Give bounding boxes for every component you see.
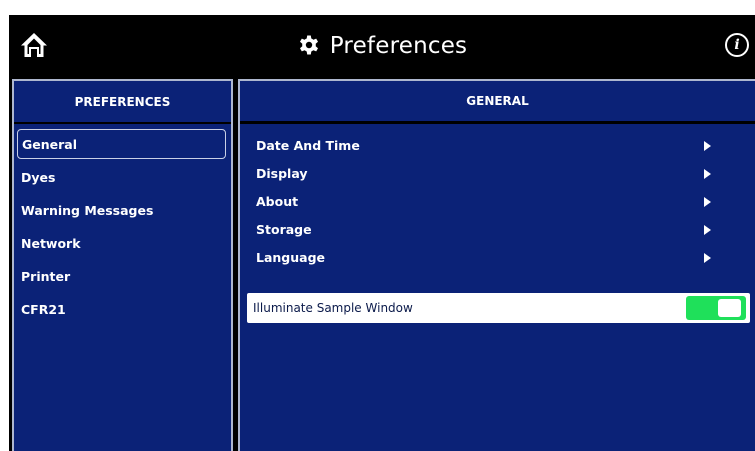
menu-item-label: Storage: [256, 221, 312, 237]
page-title-group: Preferences: [9, 15, 755, 76]
toggle-label: Illuminate Sample Window: [253, 301, 413, 315]
home-icon: [21, 33, 47, 57]
chevron-right-icon: [704, 141, 711, 151]
menu-item-label: Date And Time: [256, 137, 360, 153]
menu-item-label: Language: [256, 249, 326, 265]
chevron-right-icon: [704, 253, 711, 263]
gear-icon: [297, 34, 321, 58]
info-button[interactable]: i: [725, 33, 749, 57]
preferences-screen: Preferences i PREFERENCES General Dyes W…: [9, 15, 755, 451]
menu-item-date-and-time[interactable]: Date And Time: [240, 131, 755, 159]
chevron-right-icon: [704, 197, 711, 207]
menu-item-display[interactable]: Display: [240, 159, 755, 187]
illuminate-sample-window-toggle[interactable]: [686, 296, 746, 320]
home-button[interactable]: [17, 28, 51, 62]
illuminate-sample-window-row: Illuminate Sample Window: [247, 293, 750, 323]
panel-title: GENERAL: [240, 81, 755, 124]
sidebar-item-dyes[interactable]: Dyes: [17, 162, 226, 192]
toggle-knob: [718, 299, 741, 317]
general-settings-panel: GENERAL Date And Time Display About Stor…: [238, 79, 755, 451]
sidebar-item-network[interactable]: Network: [17, 228, 226, 258]
sidebar-item-warning-messages[interactable]: Warning Messages: [17, 195, 226, 225]
menu-item-about[interactable]: About: [240, 187, 755, 215]
sidebar-item-general[interactable]: General: [17, 129, 226, 159]
sidebar-item-cfr21[interactable]: CFR21: [17, 294, 226, 324]
menu-item-label: Display: [256, 165, 308, 181]
page-title: Preferences: [329, 32, 468, 59]
menu-item-label: About: [256, 193, 299, 209]
top-bar: Preferences i: [9, 15, 755, 76]
sidebar-item-printer[interactable]: Printer: [17, 261, 226, 291]
sidebar-title: PREFERENCES: [14, 81, 231, 124]
menu-item-language[interactable]: Language: [240, 243, 755, 271]
chevron-right-icon: [704, 169, 711, 179]
chevron-right-icon: [704, 225, 711, 235]
preferences-sidebar: PREFERENCES General Dyes Warning Message…: [12, 79, 233, 451]
menu-item-storage[interactable]: Storage: [240, 215, 755, 243]
